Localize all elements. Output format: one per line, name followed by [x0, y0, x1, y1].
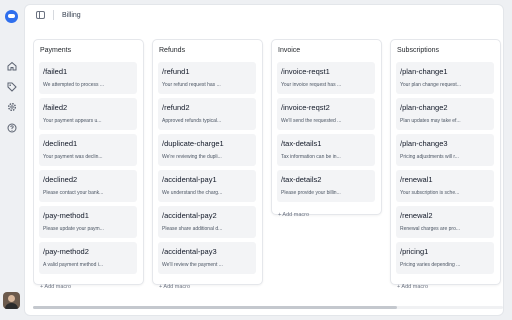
- macro-description: We're reviewing the dupli...: [162, 154, 222, 160]
- column-title: Refunds: [159, 47, 186, 54]
- column-payments: Payments /failed1 We attempted to process…: [33, 39, 144, 290]
- macro-card[interactable]: /accidental-pay1 We understand the charg.…: [158, 170, 256, 202]
- column-subscriptions: Subscriptions /plan-change1 Your plan cha…: [390, 39, 501, 290]
- macro-description: Please provide your billin...: [281, 190, 341, 196]
- macro-description: Pricing adjustments will r...: [400, 154, 459, 160]
- macro-title: /declined1: [43, 139, 78, 148]
- macro-card[interactable]: /declined2 Please contact your bank...: [39, 170, 137, 202]
- macro-card[interactable]: /duplicate-charge1 We're reviewing the du…: [158, 134, 256, 166]
- logo-icon[interactable]: [5, 10, 18, 23]
- macro-card[interactable]: /declined1 Your payment was declin...: [39, 134, 137, 166]
- macro-title: /failed2: [43, 103, 68, 112]
- macro-title: /pay-method2: [43, 247, 89, 256]
- macro-description: Please update your paym...: [43, 226, 104, 232]
- macro-description: A valid payment method i...: [43, 262, 104, 268]
- macro-card[interactable]: /pay-method2 A valid payment method i...: [39, 242, 137, 274]
- macro-title: /refund1: [162, 67, 190, 76]
- macro-card[interactable]: /refund1 Your refund request has ...: [158, 62, 256, 94]
- macro-description: Your refund request has ...: [162, 82, 221, 88]
- macro-card[interactable]: /pricing1 Pricing varies depending ...: [396, 242, 494, 274]
- macro-title: /duplicate-charge1: [162, 139, 224, 148]
- macro-title: /tax-details1: [281, 139, 322, 148]
- macro-description: We understand the charg...: [162, 190, 223, 196]
- macro-title: /accidental-pay2: [162, 211, 217, 220]
- macro-description: Your payment appears u...: [43, 118, 102, 124]
- sidebar-toggle-icon[interactable]: [36, 11, 45, 19]
- macro-card[interactable]: /plan-change2 Plan updates may take ef...: [396, 98, 494, 130]
- column-invoice: Invoice /invoice-reqst1 Your invoice requ…: [271, 39, 382, 218]
- macro-card[interactable]: /tax-details2 Please provide your billin.…: [277, 170, 375, 202]
- macro-card[interactable]: /failed1 We attempted to process ...: [39, 62, 137, 94]
- macro-card[interactable]: /renewal2 Renewal charges are pro...: [396, 206, 494, 238]
- macro-description: Please share additional d...: [162, 226, 223, 232]
- macro-title: /accidental-pay1: [162, 175, 217, 184]
- macro-card[interactable]: /plan-change3 Pricing adjustments will r.…: [396, 134, 494, 166]
- macro-title: /refund2: [162, 103, 190, 112]
- macro-description: Your plan change request...: [400, 82, 461, 88]
- macro-title: /tax-details2: [281, 175, 322, 184]
- macro-card[interactable]: /refund2 Approved refunds typical...: [158, 98, 256, 130]
- macro-description: We attempted to process ...: [43, 82, 105, 88]
- macro-title: /accidental-pay3: [162, 247, 217, 256]
- macro-card[interactable]: /renewal1 Your subscription is sche...: [396, 170, 494, 202]
- macro-title: /invoice-reqst2: [281, 103, 330, 112]
- horizontal-scrollbar[interactable]: [33, 306, 503, 309]
- macro-title: /plan-change2: [400, 103, 448, 112]
- help-icon[interactable]: [7, 123, 17, 133]
- column-title: Payments: [40, 47, 72, 54]
- macro-card[interactable]: /accidental-pay3 We'll review the payment…: [158, 242, 256, 274]
- topbar: Billing: [25, 5, 503, 25]
- macro-description: Plan updates may take ef...: [400, 118, 461, 124]
- column-title: Invoice: [278, 47, 301, 54]
- macro-description: Your invoice request has ...: [281, 82, 342, 88]
- macro-card[interactable]: /plan-change1 Your plan change request...: [396, 62, 494, 94]
- add-macro-button[interactable]: + Add macro: [272, 206, 381, 222]
- macro-title: /plan-change1: [400, 67, 448, 76]
- macro-description: We'll send the requested ...: [281, 118, 342, 124]
- macro-card[interactable]: /invoice-reqst1 Your invoice request has …: [277, 62, 375, 94]
- column-refunds: Refunds /refund1 Your refund request has …: [152, 39, 263, 290]
- macro-description: Your subscription is sche...: [400, 190, 460, 196]
- macro-title: /pricing1: [400, 247, 429, 256]
- macro-description: We'll review the payment ...: [162, 262, 223, 268]
- macro-title: /renewal1: [400, 175, 433, 184]
- macro-description: Please contact your bank...: [43, 190, 104, 196]
- tag-icon[interactable]: [7, 82, 17, 92]
- add-macro-button[interactable]: + Add macro: [391, 278, 500, 293]
- macro-description: Your payment was declin...: [43, 154, 103, 160]
- add-macro-button[interactable]: + Add macro: [34, 278, 143, 293]
- macro-card[interactable]: /pay-method1 Please update your paym...: [39, 206, 137, 238]
- macro-card[interactable]: /accidental-pay2 Please share additional …: [158, 206, 256, 238]
- macro-description: Renewal charges are pro...: [400, 226, 461, 232]
- macro-description: Tax information can be in...: [281, 154, 341, 160]
- macro-card[interactable]: /invoice-reqst2 We'll send the requested …: [277, 98, 375, 130]
- macro-title: /declined2: [43, 175, 78, 184]
- page-title: Billing: [62, 11, 81, 19]
- avatar[interactable]: [3, 292, 20, 309]
- left-rail: [0, 0, 24, 320]
- scrollbar-thumb[interactable]: [33, 306, 397, 309]
- divider: [53, 10, 54, 20]
- macro-description: Approved refunds typical...: [162, 118, 222, 124]
- macro-description: Pricing varies depending ...: [400, 262, 461, 268]
- macro-title: /failed1: [43, 67, 68, 76]
- main-panel: Billing Payments /failed1 We attempted to…: [24, 4, 504, 316]
- home-icon[interactable]: [7, 61, 17, 71]
- macro-card[interactable]: /tax-details1 Tax information can be in..…: [277, 134, 375, 166]
- column-title: Subscriptions: [397, 47, 440, 54]
- settings-icon[interactable]: [7, 102, 17, 112]
- macro-title: /invoice-reqst1: [281, 67, 330, 76]
- macro-card[interactable]: /failed2 Your payment appears u...: [39, 98, 137, 130]
- macro-title: /plan-change3: [400, 139, 448, 148]
- macro-title: /pay-method1: [43, 211, 89, 220]
- add-macro-button[interactable]: + Add macro: [153, 278, 262, 293]
- macro-board: Payments /failed1 We attempted to process…: [33, 39, 503, 293]
- macro-title: /renewal2: [400, 211, 433, 220]
